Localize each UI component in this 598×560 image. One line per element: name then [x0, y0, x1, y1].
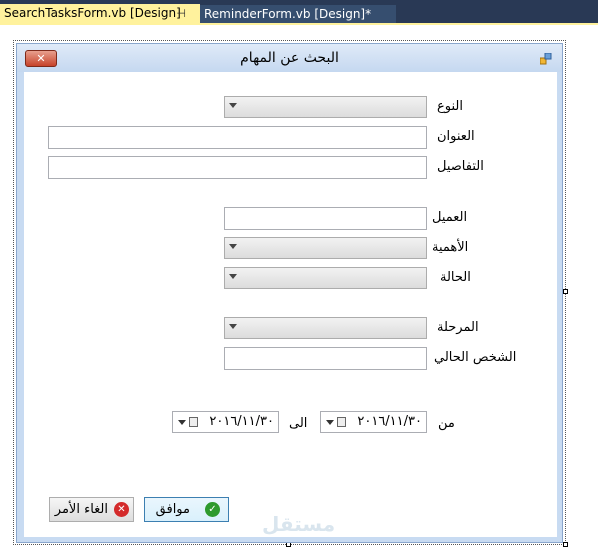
resize-handle-corner[interactable] [563, 542, 568, 547]
chevron-down-icon [229, 324, 237, 329]
details-input[interactable] [48, 156, 427, 179]
pin-icon[interactable]: ⊣ [176, 4, 186, 23]
priority-combobox[interactable] [224, 237, 427, 259]
to-label: الى [289, 416, 308, 431]
checkmark-icon: ✓ [205, 502, 220, 517]
resize-handle-right[interactable] [563, 289, 568, 294]
chevron-down-icon [229, 103, 237, 108]
form-icon [540, 53, 552, 65]
form-titlebar: ✕ البحث عن المهام [17, 44, 562, 72]
ok-button[interactable]: ✓ موافق [144, 497, 229, 522]
stage-label: المرحلة [437, 320, 479, 335]
chevron-down-icon [229, 274, 237, 279]
type-label: النوع [437, 99, 463, 114]
cancel-button[interactable]: ✕ الغاء الأمر [49, 497, 134, 522]
calendar-icon [189, 417, 198, 427]
chevron-down-icon [178, 420, 186, 425]
watermark-logo: مستقل [262, 512, 336, 536]
from-date-picker[interactable]: ٢٠١٦/١١/٣٠ [320, 411, 427, 433]
form-title: البحث عن المهام [240, 50, 339, 66]
title-label: العنوان [437, 129, 475, 144]
client-label: العميل [432, 210, 468, 225]
title-input[interactable] [48, 126, 427, 149]
to-date-value: ٢٠١٦/١١/٣٠ [209, 414, 274, 429]
current-person-label: الشخص الحالي [434, 350, 517, 365]
cancel-button-label: الغاء الأمر [54, 502, 108, 517]
document-tab-strip: SearchTasksForm.vb [Design] ⊣ ReminderFo… [0, 0, 598, 25]
tab-label: SearchTasksForm.vb [Design] [4, 6, 181, 20]
stage-combobox[interactable] [224, 317, 427, 339]
details-label: التفاصيل [437, 159, 484, 174]
status-combobox[interactable] [224, 267, 427, 289]
current-person-input[interactable] [224, 347, 427, 370]
ok-button-label: موافق [155, 502, 190, 517]
client-input[interactable] [224, 207, 427, 230]
tab-reminder-form[interactable]: ReminderForm.vb [Design]* [200, 5, 396, 24]
calendar-icon [337, 417, 346, 427]
cancel-icon: ✕ [114, 502, 129, 517]
tab-label: ReminderForm.vb [Design]* [204, 7, 372, 21]
from-label: من [438, 416, 455, 431]
priority-label: الأهمية [432, 240, 469, 255]
from-date-value: ٢٠١٦/١١/٣٠ [357, 414, 422, 429]
search-tasks-form: ✕ البحث عن المهام [16, 43, 563, 543]
status-label: الحالة [440, 270, 471, 285]
type-combobox[interactable] [224, 96, 427, 118]
chevron-down-icon [326, 420, 334, 425]
to-date-picker[interactable]: ٢٠١٦/١١/٣٠ [172, 411, 279, 433]
tab-search-tasks-form[interactable]: SearchTasksForm.vb [Design] ⊣ [0, 4, 200, 23]
chevron-down-icon [229, 244, 237, 249]
